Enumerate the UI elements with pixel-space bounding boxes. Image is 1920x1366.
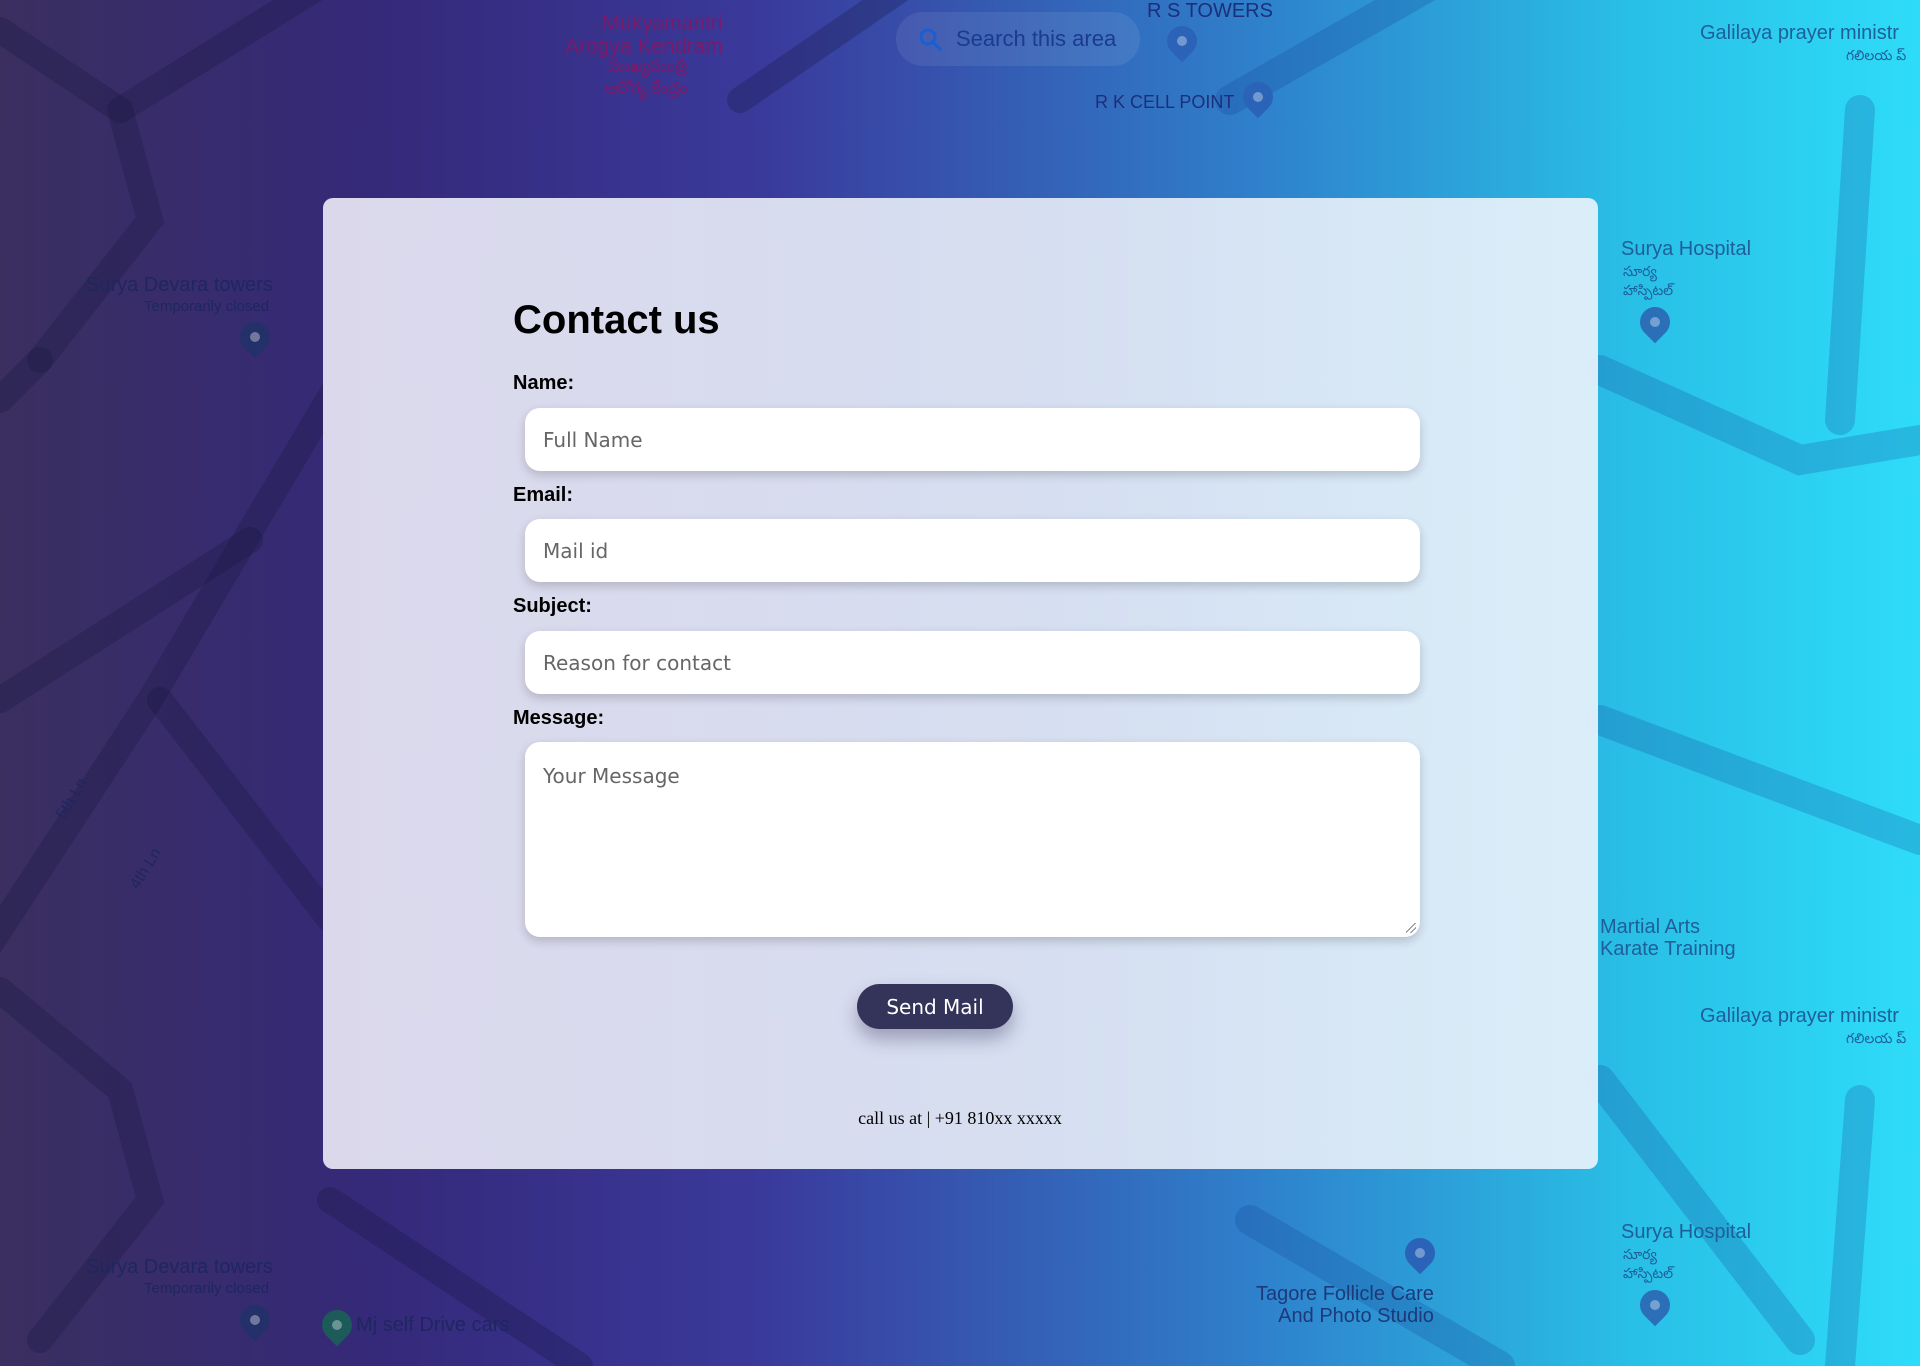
page-title: Contact us — [513, 298, 720, 342]
message-textarea[interactable]: Your Message — [525, 742, 1420, 937]
place-label[interactable]: Mj self Drive cars — [356, 1314, 509, 1337]
name-placeholder: Full Name — [543, 427, 643, 452]
place-local: గలిలయ ప్ — [1846, 47, 1907, 63]
send-mail-button[interactable]: Send Mail — [857, 984, 1013, 1029]
subject-placeholder: Reason for contact — [543, 650, 731, 675]
subject-input[interactable]: Reason for contact — [525, 631, 1420, 694]
place-local: సూర్య — [1623, 263, 1657, 279]
place-label[interactable]: R K CELL POINT — [1095, 92, 1234, 113]
place-label[interactable]: R S TOWERS — [1147, 0, 1273, 23]
place-label[interactable]: Surya Devara towers Temporarily closed — [86, 274, 273, 318]
place-sub: Karate Training — [1600, 938, 1736, 960]
search-icon — [919, 28, 942, 51]
place-sub: And Photo Studio — [1278, 1305, 1434, 1327]
place-label[interactable]: Galilaya prayer ministr — [1700, 1005, 1899, 1028]
email-placeholder: Mail id — [543, 538, 609, 563]
name-input[interactable]: Full Name — [525, 408, 1420, 471]
place-local: ముఖ్యమంత్రి — [608, 58, 688, 75]
place-sub: Temporarily closed — [144, 1280, 270, 1297]
place-local: హాస్పిటల్ — [1623, 1265, 1674, 1281]
search-this-area-button[interactable]: Search this area — [896, 12, 1140, 66]
email-input[interactable]: Mail id — [525, 519, 1420, 582]
place-label[interactable]: Surya Hospital — [1621, 238, 1751, 261]
place-name: Martial Arts — [1600, 916, 1701, 938]
place-label[interactable]: Mukyamantri Arogya Kendram — [565, 12, 723, 58]
place-label[interactable]: Surya Devara towers Temporarily closed — [86, 1256, 273, 1300]
email-label: Email: — [513, 484, 574, 506]
place-name: Surya Devara towers — [86, 274, 273, 296]
place-label[interactable]: Surya Hospital — [1621, 1221, 1751, 1244]
place-label[interactable]: Martial Arts Karate Training — [1600, 916, 1736, 960]
place-local: సూర్య — [1623, 1246, 1657, 1262]
place-label[interactable]: Tagore Follicle Care And Photo Studio — [1256, 1283, 1434, 1327]
place-local: గలిలయ ప్ — [1846, 1030, 1907, 1046]
footer-contact-text: call us at | +91 810xx xxxxx — [858, 1108, 1062, 1128]
message-label: Message: — [513, 707, 605, 729]
place-local: ఆరోగ్య కేంద్రం — [605, 80, 688, 97]
place-label[interactable]: Galilaya prayer ministr — [1700, 22, 1899, 45]
place-name: Surya Devara towers — [86, 1256, 273, 1278]
place-sub: Temporarily closed — [144, 298, 270, 315]
search-this-area-label: Search this area — [956, 26, 1117, 51]
resize-handle-icon[interactable] — [1406, 923, 1416, 933]
message-placeholder: Your Message — [543, 764, 680, 788]
place-name: Tagore Follicle Care — [1256, 1283, 1434, 1305]
place-name: Mukyamantri — [602, 12, 723, 35]
subject-label: Subject: — [513, 595, 592, 617]
name-label: Name: — [513, 372, 575, 394]
place-local: హాస్పిటల్ — [1623, 282, 1674, 298]
place-sub: Arogya Kendram — [565, 35, 723, 58]
